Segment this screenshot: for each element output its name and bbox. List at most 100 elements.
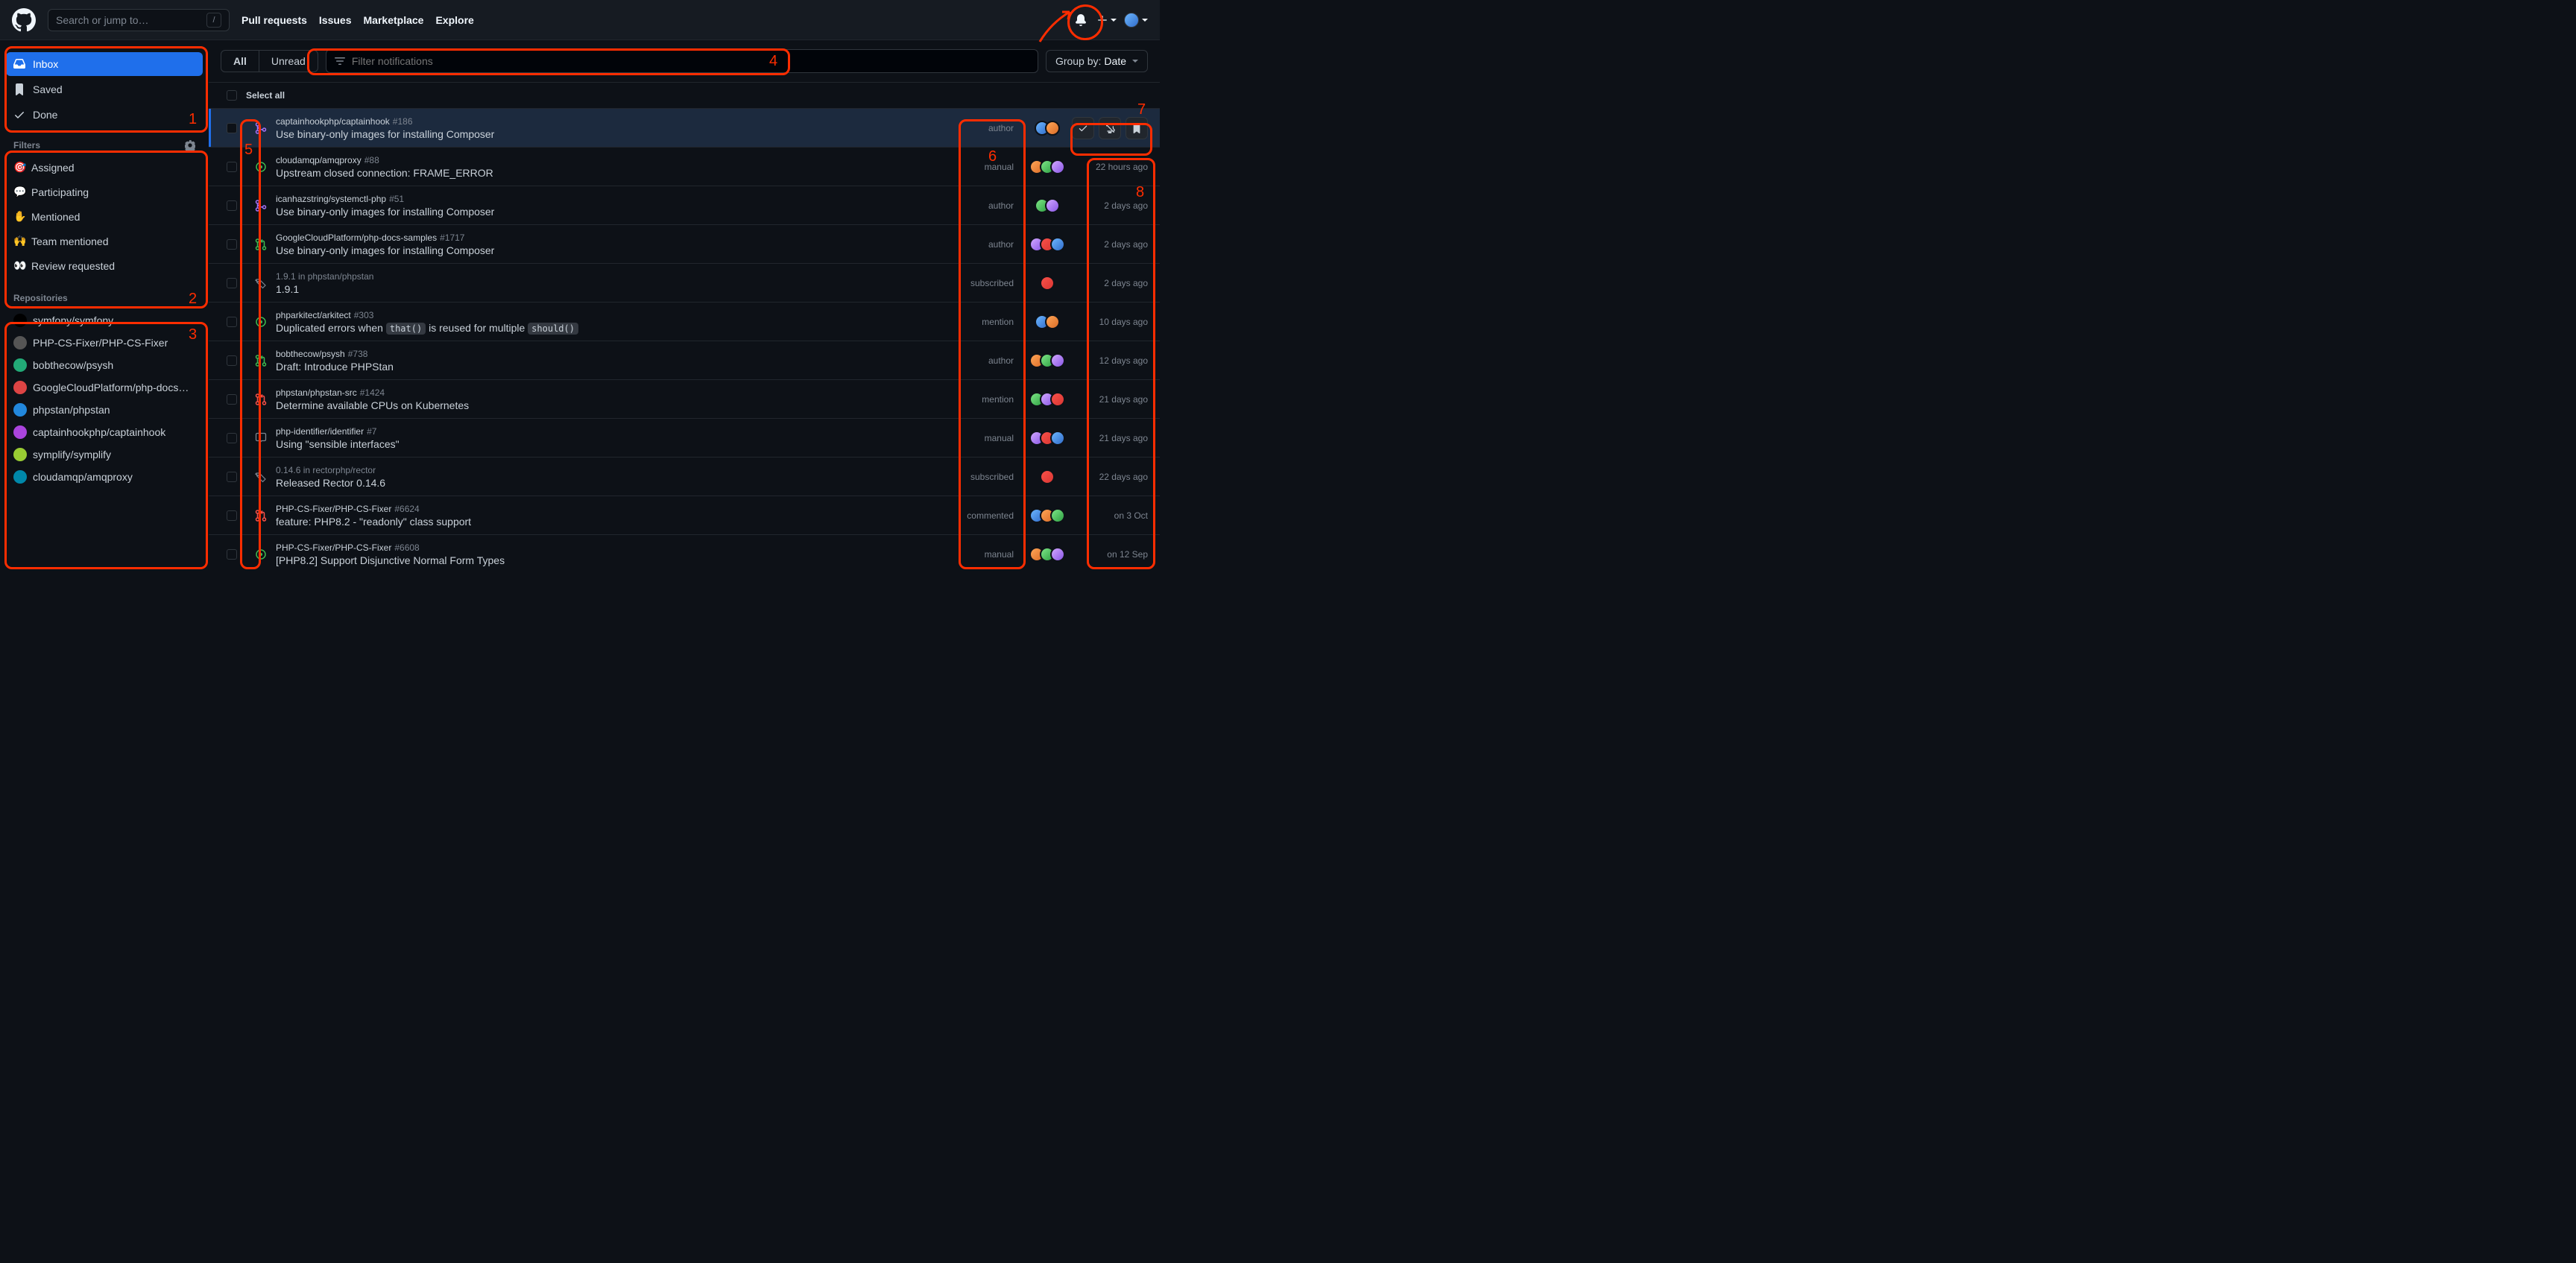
notification-title[interactable]: Use binary-only images for installing Co… xyxy=(276,128,947,140)
filter-participating[interactable]: 💬Participating xyxy=(6,180,203,204)
row-checkbox[interactable] xyxy=(227,239,237,250)
row-checkbox[interactable] xyxy=(227,549,237,560)
repo-item[interactable]: symfony/symfony xyxy=(6,309,203,332)
row-checkbox[interactable] xyxy=(227,355,237,366)
search-input-wrap[interactable]: Search or jump to… / xyxy=(48,9,230,31)
repo-item[interactable]: symplify/symplify xyxy=(6,443,203,466)
group-by-button[interactable]: Group by: Date xyxy=(1046,50,1148,72)
notification-title[interactable]: Use binary-only images for installing Co… xyxy=(276,244,947,256)
repo-link[interactable]: cloudamqp/amqproxy xyxy=(276,155,362,165)
notification-title[interactable]: Released Rector 0.14.6 xyxy=(276,477,947,489)
notification-title[interactable]: Upstream closed connection: FRAME_ERROR xyxy=(276,167,947,179)
select-all-label: Select all xyxy=(246,90,285,101)
notification-reason: mention xyxy=(947,317,1014,327)
sidebar-view-done[interactable]: Done xyxy=(6,103,203,127)
issue-ref: #6624 xyxy=(394,504,419,514)
sidebar-view-inbox[interactable]: Inbox xyxy=(6,52,203,76)
repo-link[interactable]: phparkitect/arkitect xyxy=(276,310,351,320)
notification-row[interactable]: bobthecow/psysh #738 Draft: Introduce PH… xyxy=(209,341,1160,380)
notification-title[interactable]: Use binary-only images for installing Co… xyxy=(276,206,947,218)
row-checkbox[interactable] xyxy=(227,433,237,443)
repo-item[interactable]: phpstan/phpstan xyxy=(6,399,203,421)
notification-row[interactable]: captainhookphp/captainhook #186 Use bina… xyxy=(209,109,1160,148)
filter-team-mentioned[interactable]: 🙌Team mentioned xyxy=(6,229,203,253)
save-button[interactable] xyxy=(1126,117,1148,139)
notification-title[interactable]: Draft: Introduce PHPStan xyxy=(276,361,947,373)
notification-row[interactable]: icanhazstring/systemctl-php #51 Use bina… xyxy=(209,186,1160,225)
repo-link[interactable]: bobthecow/psysh xyxy=(276,349,345,359)
repo-item[interactable]: bobthecow/psysh xyxy=(6,354,203,376)
filter-label: Review requested xyxy=(31,260,115,272)
row-checkbox[interactable] xyxy=(227,278,237,288)
participant-avatars xyxy=(1029,159,1066,174)
repo-item[interactable]: captainhookphp/captainhook xyxy=(6,421,203,443)
notification-body: cloudamqp/amqproxy #88 Upstream closed c… xyxy=(276,155,947,179)
notification-row[interactable]: phpstan/phpstan-src #1424 Determine avai… xyxy=(209,380,1160,419)
repo-link[interactable]: captainhookphp/captainhook xyxy=(276,116,390,127)
row-checkbox[interactable] xyxy=(227,317,237,327)
repo-item[interactable]: GoogleCloudPlatform/php-docs… xyxy=(6,376,203,399)
filter-input[interactable] xyxy=(352,55,1030,67)
row-checkbox[interactable] xyxy=(227,200,237,211)
row-actions xyxy=(1066,117,1148,139)
repo-item[interactable]: PHP-CS-Fixer/PHP-CS-Fixer xyxy=(6,332,203,354)
notification-title[interactable]: Determine available CPUs on Kubernetes xyxy=(276,399,947,411)
notification-title[interactable]: [PHP8.2] Support Disjunctive Normal Form… xyxy=(276,554,947,566)
notification-reason: author xyxy=(947,355,1014,366)
tab-all[interactable]: All xyxy=(221,51,259,72)
notification-row[interactable]: PHP-CS-Fixer/PHP-CS-Fixer #6624 feature:… xyxy=(209,496,1160,535)
nav-explore[interactable]: Explore xyxy=(435,14,473,26)
notification-row[interactable]: phparkitect/arkitect #303 Duplicated err… xyxy=(209,303,1160,341)
sidebar-view-saved[interactable]: Saved xyxy=(6,77,203,101)
notification-time: 2 days ago xyxy=(1066,239,1148,250)
filter-emoji: ✋ xyxy=(13,210,25,223)
annotation-number-1: 1 xyxy=(189,111,197,128)
notification-row[interactable]: cloudamqp/amqproxy #88 Upstream closed c… xyxy=(209,148,1160,186)
nav-marketplace[interactable]: Marketplace xyxy=(364,14,424,26)
select-all-checkbox[interactable] xyxy=(227,90,237,101)
row-checkbox[interactable] xyxy=(227,394,237,405)
github-logo-icon[interactable] xyxy=(12,8,36,32)
repo-avatar-icon xyxy=(13,403,27,417)
notification-row[interactable]: php-identifier/identifier #7 Using "sens… xyxy=(209,419,1160,458)
mark-done-button[interactable] xyxy=(1072,117,1094,139)
repo-name: symfony/symfony xyxy=(33,314,113,326)
gear-icon[interactable] xyxy=(185,140,195,151)
notification-body: GoogleCloudPlatform/php-docs-samples #17… xyxy=(276,232,947,256)
repo-link[interactable]: PHP-CS-Fixer/PHP-CS-Fixer xyxy=(276,542,391,553)
row-checkbox[interactable] xyxy=(227,472,237,482)
notification-row[interactable]: 0.14.6 in rectorphp/rector Released Rect… xyxy=(209,458,1160,496)
filter-review-requested[interactable]: 👀Review requested xyxy=(6,253,203,278)
row-checkbox[interactable] xyxy=(227,123,237,133)
repo-link[interactable]: php-identifier/identifier xyxy=(276,426,364,437)
unsubscribe-button[interactable] xyxy=(1099,117,1121,139)
repo-link[interactable]: icanhazstring/systemctl-php xyxy=(276,194,386,204)
notification-title[interactable]: feature: PHP8.2 - "readonly" class suppo… xyxy=(276,516,947,528)
repo-name: GoogleCloudPlatform/php-docs… xyxy=(33,382,189,393)
repo-item[interactable]: cloudamqp/amqproxy xyxy=(6,466,203,488)
notification-row[interactable]: 1.9.1 in phpstan/phpstan 1.9.1 subscribe… xyxy=(209,264,1160,303)
row-checkbox[interactable] xyxy=(227,510,237,521)
notification-row[interactable]: PHP-CS-Fixer/PHP-CS-Fixer #6608 [PHP8.2]… xyxy=(209,535,1160,573)
repo-link[interactable]: PHP-CS-Fixer/PHP-CS-Fixer xyxy=(276,504,391,514)
user-menu[interactable] xyxy=(1124,13,1148,28)
notification-reason: manual xyxy=(947,162,1014,172)
issue-ref: #7 xyxy=(367,426,376,437)
notification-list[interactable]: captainhookphp/captainhook #186 Use bina… xyxy=(209,109,1160,573)
participant-avatar xyxy=(1050,353,1065,368)
participant-avatars xyxy=(1029,198,1066,213)
filter-assigned[interactable]: 🎯Assigned xyxy=(6,155,203,180)
row-checkbox[interactable] xyxy=(227,162,237,172)
nav-issues[interactable]: Issues xyxy=(319,14,352,26)
notification-title[interactable]: Duplicated errors when that() is reused … xyxy=(276,322,947,334)
notification-title[interactable]: Using "sensible interfaces" xyxy=(276,438,947,450)
nav-pull-requests[interactable]: Pull requests xyxy=(242,14,307,26)
repo-link[interactable]: GoogleCloudPlatform/php-docs-samples xyxy=(276,232,437,243)
notification-title[interactable]: 1.9.1 xyxy=(276,283,947,295)
filter-input-wrap[interactable] xyxy=(326,49,1038,73)
filter-mentioned[interactable]: ✋Mentioned xyxy=(6,204,203,229)
tab-unread[interactable]: Unread xyxy=(259,51,318,72)
repo-link[interactable]: phpstan/phpstan-src xyxy=(276,387,357,398)
repo-name: symplify/symplify xyxy=(33,449,111,460)
notification-row[interactable]: GoogleCloudPlatform/php-docs-samples #17… xyxy=(209,225,1160,264)
